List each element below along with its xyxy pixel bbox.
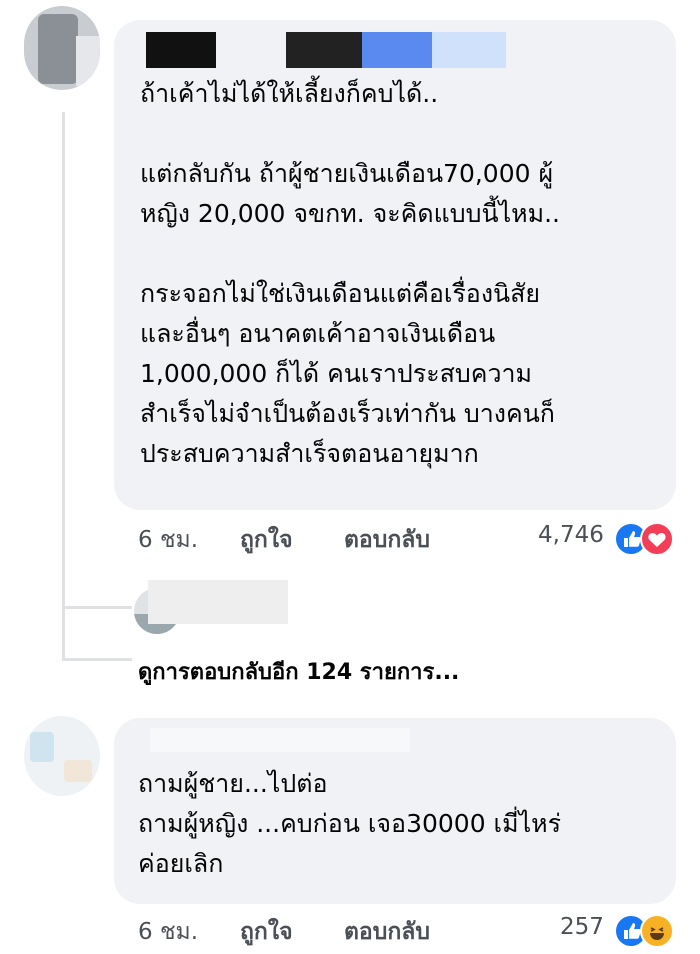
love-icon[interactable] [640, 522, 674, 556]
comment-2-time[interactable]: 6 ชม. [138, 914, 198, 950]
comment-2-reply-button[interactable]: ตอบกลับ [344, 914, 430, 950]
commenter-1-name-redacted-3[interactable] [362, 32, 432, 68]
comment-1-reply-button[interactable]: ตอบกลับ [344, 522, 430, 558]
comment-1-time[interactable]: 6 ชม. [138, 522, 198, 558]
comment-1-reaction-count[interactable]: 4,746 [538, 522, 604, 548]
thread-line-branch-2 [62, 658, 132, 661]
thread-line-branch-1 [62, 606, 132, 609]
comment-2-like-button[interactable]: ถูกใจ [240, 914, 293, 950]
haha-icon[interactable] [640, 914, 674, 948]
commenter-1-name-redacted-4[interactable] [432, 32, 506, 68]
comment-1-bubble: ถ้าเค้าไม่ได้ให้เลี้ยงก็คบได้.. แต่กลับก… [114, 20, 676, 510]
commenter-1-avatar[interactable] [24, 6, 100, 90]
commenter-2-name-redacted[interactable] [150, 728, 410, 752]
commenter-1-name-redacted[interactable] [146, 32, 216, 68]
reply-preview-redacted[interactable] [148, 580, 288, 624]
comment-1-text: ถ้าเค้าไม่ได้ให้เลี้ยงก็คบได้.. แต่กลับก… [140, 79, 561, 468]
thread-line-vertical [62, 112, 65, 660]
comment-2-actions: 6 ชม. ถูกใจ ตอบกลับ 257 [114, 914, 694, 954]
comment-2-text: ถามผู้ชาย...ไปต่อ ถามผู้หญิง ...คบก่อน เ… [138, 769, 562, 878]
commenter-1-name-redacted-2[interactable] [286, 32, 362, 68]
view-more-replies-link[interactable]: ดูการตอบกลับอีก 124 รายการ... [138, 654, 459, 689]
comment-2-reaction-count[interactable]: 257 [560, 914, 604, 940]
comment-1-like-button[interactable]: ถูกใจ [240, 522, 293, 558]
comment-1-actions: 6 ชม. ถูกใจ ตอบกลับ 4,746 [114, 522, 694, 562]
commenter-2-avatar[interactable] [24, 716, 100, 796]
comment-2-bubble: ถามผู้ชาย...ไปต่อ ถามผู้หญิง ...คบก่อน เ… [114, 718, 676, 904]
